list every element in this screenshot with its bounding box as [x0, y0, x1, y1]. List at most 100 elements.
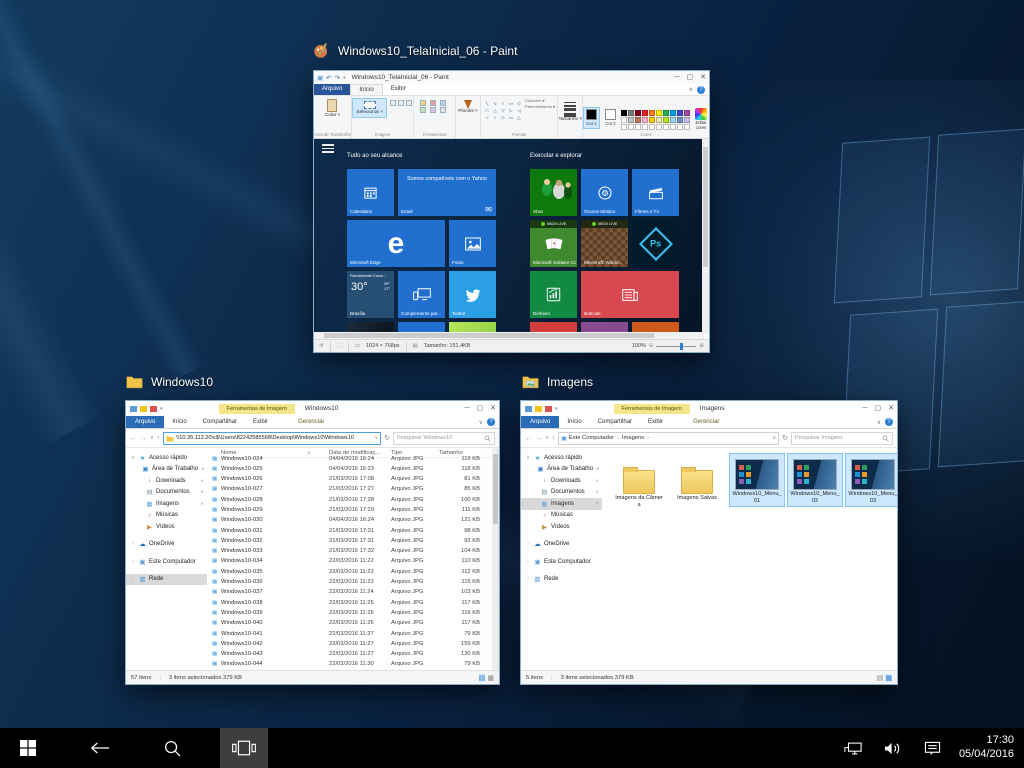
- help-icon[interactable]: ?: [487, 418, 495, 426]
- sidebar-item-onedrive[interactable]: › ☁ OneDrive: [521, 539, 602, 551]
- redo-icon[interactable]: ↷: [335, 74, 340, 82]
- taskview-label-windows10[interactable]: Windows10: [126, 374, 213, 389]
- sidebar-item-acesso-r-pido[interactable]: ∨ ★ Acesso rápido: [521, 452, 602, 464]
- start-tile-photoshop[interactable]: Ps: [632, 220, 679, 267]
- start-tile-clima[interactable]: Parcialmente Ensol... 30° 29° 17° Brasília: [347, 271, 394, 318]
- palette-color[interactable]: [684, 116, 691, 123]
- qat-folder-icon[interactable]: [535, 405, 542, 412]
- size-button[interactable]: Tamanho ▾: [558, 98, 582, 122]
- minimize-button[interactable]: ─: [675, 72, 680, 84]
- palette-color[interactable]: [663, 123, 670, 130]
- start-tile-calendario[interactable]: Calendário: [347, 169, 394, 216]
- paint-tab-exibir[interactable]: Exibir: [383, 84, 414, 95]
- fill-icon[interactable]: [420, 107, 427, 113]
- sidebar-item-m-sicas[interactable]: ♪ Músicas: [126, 510, 207, 522]
- context-ribbon-tab[interactable]: Ferramentas de Imagem: [218, 403, 295, 414]
- file-row[interactable]: ▦ Windows10-035 22/03/2016 11:23 Arquivo JP…: [207, 567, 492, 577]
- tab-arquivo[interactable]: Arquivo: [521, 416, 560, 428]
- maximize-button[interactable]: ▢: [687, 72, 694, 84]
- zoom-out-icon[interactable]: ⊖: [649, 343, 654, 349]
- maximize-button[interactable]: ▢: [477, 403, 484, 415]
- file-row[interactable]: ▦ Windows10-037 22/03/2016 11:24 Arquivo JP…: [207, 588, 492, 598]
- palette-color[interactable]: [663, 109, 670, 116]
- taskview-label-paint[interactable]: Windows10_TelaInicial_06 - Paint: [313, 42, 517, 59]
- details-view-icon[interactable]: ▤: [478, 673, 486, 682]
- qat-computer-icon[interactable]: [525, 405, 532, 412]
- palette-color[interactable]: [635, 123, 642, 130]
- close-button[interactable]: ✕: [888, 403, 894, 415]
- maximize-button[interactable]: ▢: [875, 403, 882, 415]
- file-row[interactable]: ▦ Windows10-044 22/03/2016 11:30 Arquivo JP…: [207, 660, 492, 670]
- palette-color[interactable]: [677, 109, 684, 116]
- palette-color[interactable]: [656, 109, 663, 116]
- sidebar-item-documentos[interactable]: ▤ Documentos ∗: [521, 487, 602, 499]
- start-tile-email[interactable]: Somos compatíveis com o Yahoo ✉ Email: [398, 169, 496, 216]
- folder-item[interactable]: Imagens Salvas: [670, 454, 724, 503]
- taskbar-clock[interactable]: 17:30 05/04/2016: [953, 734, 1024, 762]
- sidebar-item-acesso-r-pido[interactable]: ∨ ★ Acesso rápido: [126, 452, 207, 464]
- color2-button[interactable]: Cor 2: [603, 108, 618, 127]
- sidebar-item-downloads[interactable]: ↓ Downloads ∗: [521, 475, 602, 487]
- sidebar-item-rede[interactable]: › ▥ Rede: [521, 574, 602, 586]
- tab-exibir[interactable]: Exibir: [245, 416, 276, 428]
- up-icon[interactable]: ↑: [157, 435, 161, 442]
- tab-compartilhar[interactable]: Compartilhar: [195, 416, 245, 428]
- search-input[interactable]: Pesquisar Windows10: [393, 431, 495, 445]
- file-row[interactable]: ▦ Windows10-024 04/04/2016 16:24 Arquivo JP…: [207, 454, 492, 464]
- breadcrumb-imagens[interactable]: Imagens: [622, 435, 644, 441]
- palette-color[interactable]: [684, 123, 691, 130]
- file-row[interactable]: ▦ Windows10-043 22/03/2016 11:27 Arquivo JP…: [207, 650, 492, 660]
- qat-dropdown-icon[interactable]: ▾: [343, 75, 346, 81]
- palette-color[interactable]: [635, 116, 642, 123]
- volume-tray-icon[interactable]: [873, 728, 913, 768]
- palette-color[interactable]: [635, 109, 642, 116]
- sidebar-item-onedrive[interactable]: › ☁ OneDrive: [126, 539, 207, 551]
- file-row[interactable]: ▦ Windows10-031 21/03/2016 17:31 Arquivo JP…: [207, 526, 492, 536]
- network-tray-icon[interactable]: [833, 728, 873, 768]
- paint-tab-inicio[interactable]: Início: [350, 84, 383, 95]
- file-row[interactable]: ▦ Windows10-032 21/03/2016 17:31 Arquivo JP…: [207, 536, 492, 546]
- file-row[interactable]: ▦ Windows10-036 22/03/2016 11:23 Arquivo JP…: [207, 578, 492, 588]
- file-row[interactable]: ▦ Windows10-029 21/03/2016 17:29 Arquivo JP…: [207, 505, 492, 515]
- tab-gerenciar[interactable]: Gerenciar: [685, 416, 727, 428]
- horizontal-scrollbar[interactable]: [314, 332, 704, 339]
- brushes-button[interactable]: Pincéis ▾: [458, 98, 478, 115]
- context-ribbon-tab[interactable]: Ferramentas de Imagem: [613, 403, 690, 414]
- file-row[interactable]: ▦ Windows10-025 04/04/2016 16:23 Arquivo JP…: [207, 464, 492, 474]
- start-tile-xbox[interactable]: Xbox: [530, 169, 577, 216]
- pencil-icon[interactable]: [420, 100, 427, 106]
- recent-locations-icon[interactable]: ∨: [150, 435, 154, 441]
- address-dropdown-icon[interactable]: ∨: [772, 435, 776, 441]
- start-tile-complemento[interactable]: Complemento par...: [398, 271, 445, 318]
- palette-color[interactable]: [642, 123, 649, 130]
- tab-inicio[interactable]: Início: [164, 416, 194, 428]
- qat-properties-icon[interactable]: [150, 405, 157, 412]
- sidebar-item--rea-de-trabalho[interactable]: ▣ Área de Trabalho ∗: [521, 464, 602, 476]
- file-row[interactable]: ▦ Windows10-039 22/03/2016 11:26 Arquivo JP…: [207, 608, 492, 618]
- back-icon[interactable]: ←: [525, 435, 532, 442]
- sidebar-item--rea-de-trabalho[interactable]: ▣ Área de Trabalho ∗: [126, 464, 207, 476]
- palette-color[interactable]: [663, 116, 670, 123]
- explorer-window-imagens[interactable]: ▾ Ferramentas de Imagem Imagens ─ ▢ ✕ Ar…: [520, 400, 898, 685]
- start-tile-noticias[interactable]: Notícias: [581, 271, 679, 318]
- resize-icon[interactable]: [397, 100, 404, 106]
- expander-icon[interactable]: ›: [525, 559, 531, 565]
- rotate-icon[interactable]: [405, 100, 412, 106]
- forward-icon[interactable]: →: [535, 435, 542, 442]
- sidebar-item-v-deos[interactable]: ▶ Vídeos: [521, 521, 602, 533]
- vertical-scrollbar[interactable]: [702, 139, 709, 334]
- text-tool-icon[interactable]: [440, 100, 447, 106]
- tab-inicio[interactable]: Início: [559, 416, 589, 428]
- shapes-gallery[interactable]: ╲ ∿ ○ ▭ ◇ □ △ ▽ ▷ ◁ ☆ ○ ◇ ▭ △: [483, 100, 523, 121]
- explorer-window-windows10[interactable]: ▾ Ferramentas de Imagem Windows10 ─ ▢ ✕ …: [125, 400, 500, 685]
- file-row[interactable]: ▦ Windows10-027 21/03/2016 17:27 Arquivo JP…: [207, 485, 492, 495]
- tab-arquivo[interactable]: Arquivo: [126, 416, 165, 428]
- palette-color[interactable]: [642, 109, 649, 116]
- palette-color[interactable]: [649, 123, 656, 130]
- recent-locations-icon[interactable]: ∨: [545, 435, 549, 441]
- start-tile-twitter[interactable]: Twitter: [449, 271, 496, 318]
- image-item-selected[interactable]: Windows10_Menu_02: [787, 453, 843, 507]
- close-button[interactable]: ✕: [490, 403, 496, 415]
- palette-color[interactable]: [677, 123, 684, 130]
- image-item-selected[interactable]: Windows10_Menu_03: [845, 453, 897, 507]
